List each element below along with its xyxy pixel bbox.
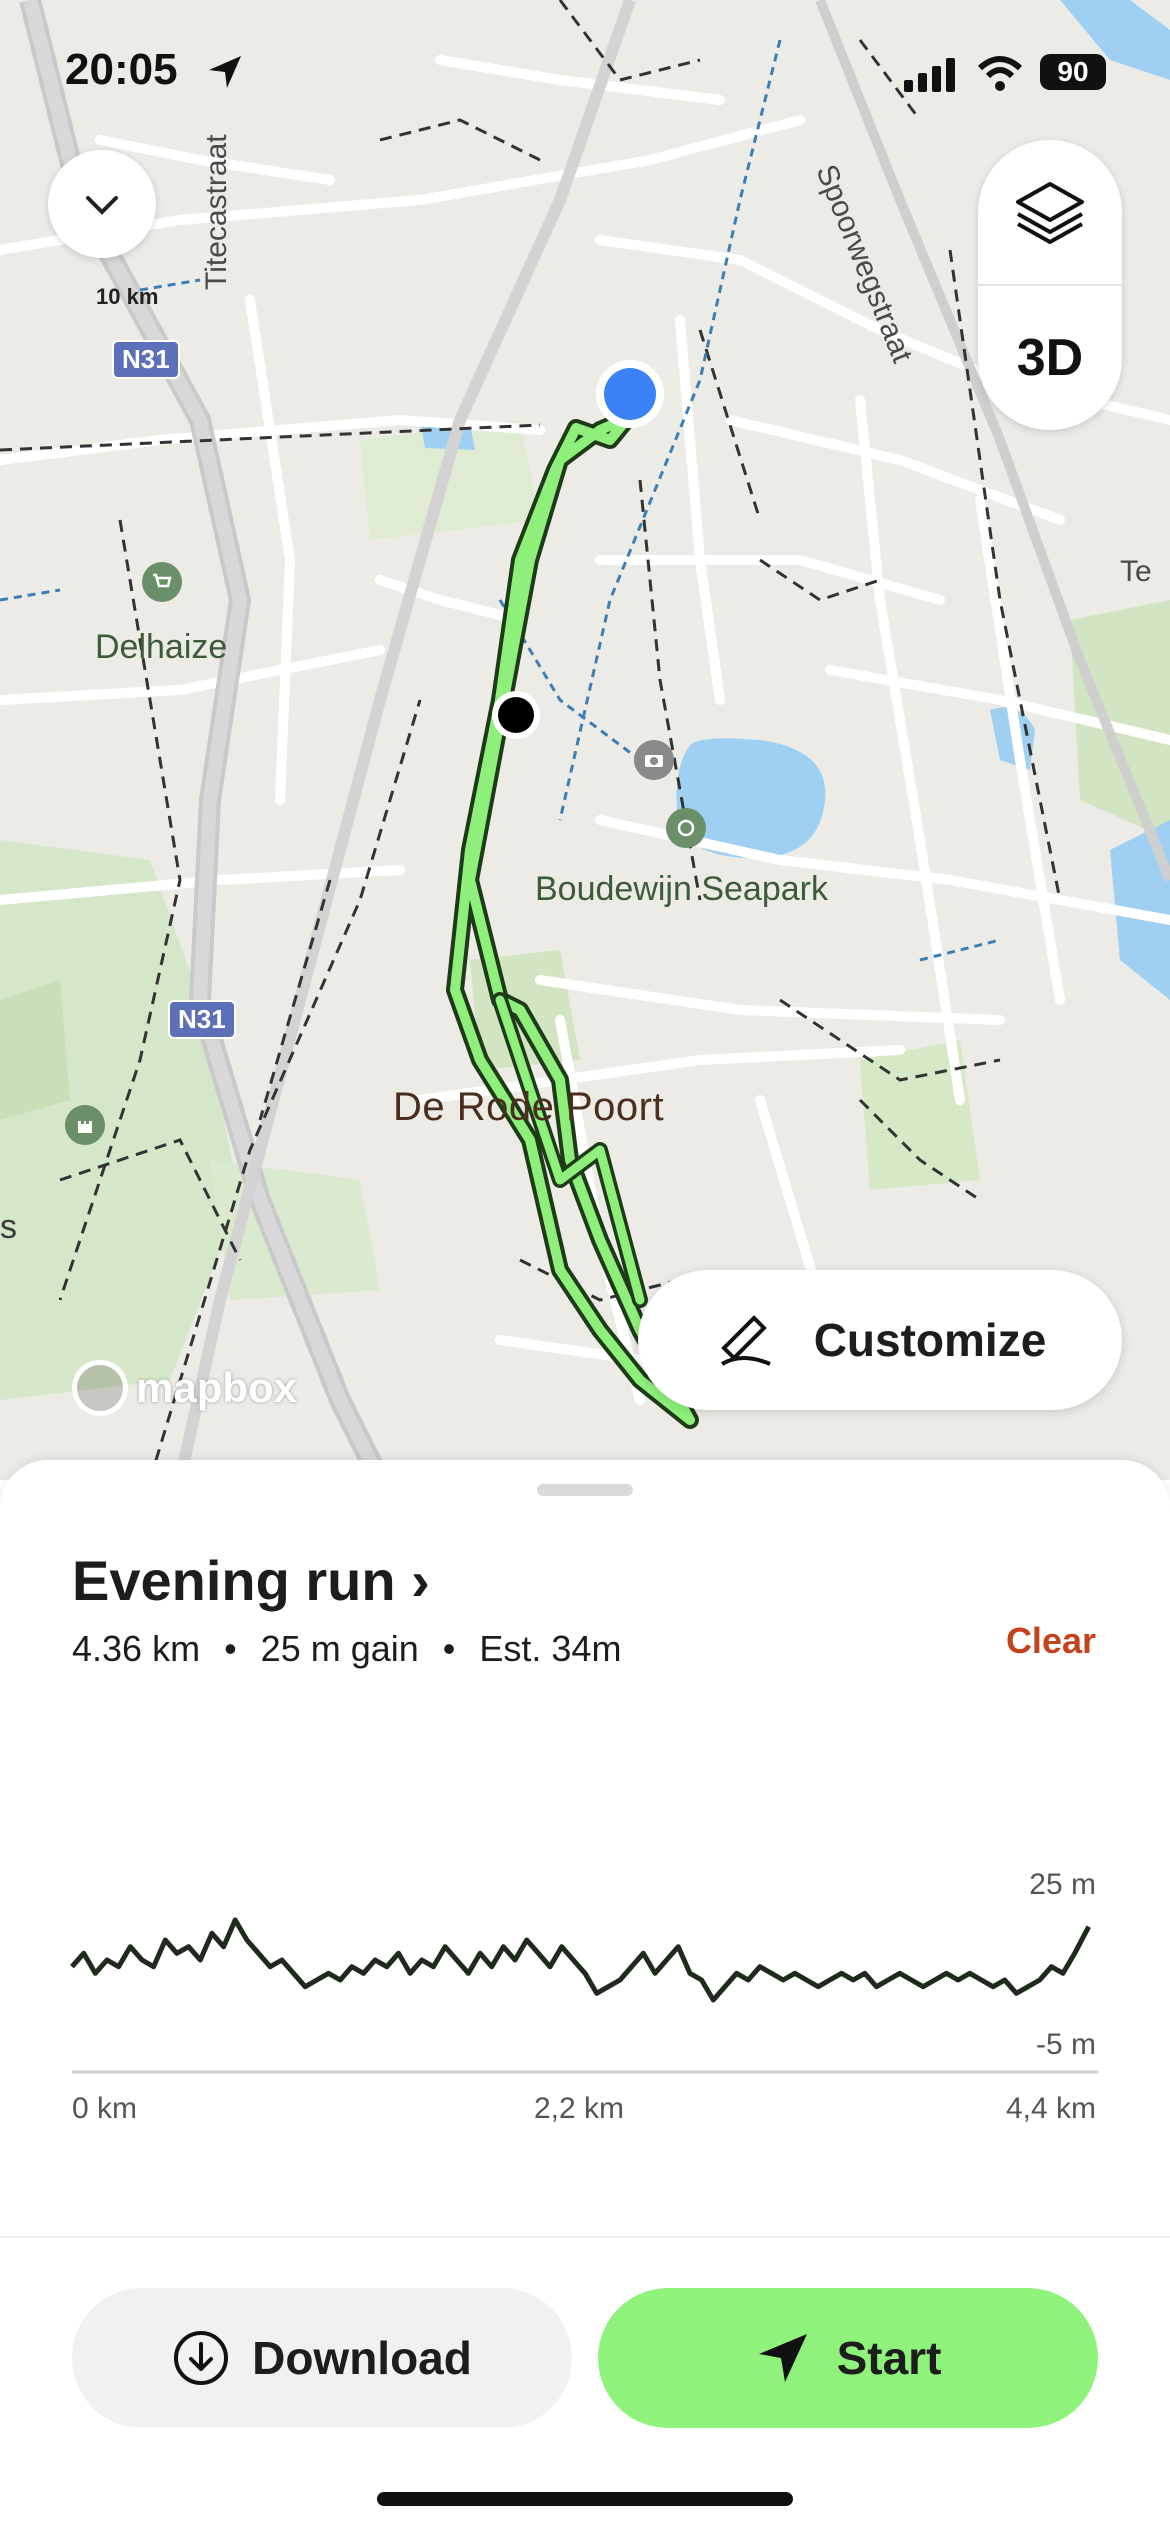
camera-icon[interactable] xyxy=(634,740,674,780)
sheet-handle[interactable] xyxy=(537,1484,633,1496)
signal-icon xyxy=(904,58,955,92)
three-d-button[interactable]: 3D xyxy=(978,286,1122,430)
download-button[interactable]: Download xyxy=(72,2288,572,2428)
status-time: 20:05 xyxy=(65,45,178,94)
download-icon xyxy=(174,2331,229,2385)
road-shield-n31: N31 xyxy=(112,340,180,379)
route-estimate: Est. 34m xyxy=(479,1628,622,1669)
place-label-boudewijn-seapark: Boudewijn Seapark xyxy=(535,870,828,908)
pen-icon xyxy=(720,1315,771,1366)
elevation-chart: 25 m -5 m 0 km 2,2 km 4,4 km xyxy=(0,1800,1170,2180)
route-title-chevron: › xyxy=(411,1549,430,1612)
map-controls: 3D xyxy=(978,140,1122,430)
battery-indicator: 90 xyxy=(1040,54,1106,90)
route-elevation-gain: 25 m gain xyxy=(260,1628,419,1669)
start-label: Start xyxy=(836,2332,942,2384)
customize-button[interactable]: Customize xyxy=(638,1270,1122,1410)
road-shield-n31-lower: N31 xyxy=(168,1000,236,1039)
home-indicator xyxy=(377,2492,793,2506)
elevation-line xyxy=(70,1917,1091,2003)
download-label: Download xyxy=(252,2332,472,2384)
wifi-icon xyxy=(977,56,1023,91)
layers-button[interactable] xyxy=(978,140,1122,284)
three-d-label: 3D xyxy=(1016,329,1084,387)
y-tick-bottom: -5 m xyxy=(1036,2028,1096,2061)
mapbox-logo-icon xyxy=(72,1360,128,1416)
x-tick-start: 0 km xyxy=(72,2092,138,2125)
x-tick-middle: 2,2 km xyxy=(534,2092,625,2125)
layers-icon xyxy=(1016,182,1084,244)
start-button[interactable]: Start xyxy=(598,2288,1098,2428)
street-label-titecastraat: Titecastraat xyxy=(200,134,233,290)
route-stats: 4.36 km • 25 m gain • Est. 34m xyxy=(72,1628,621,1670)
stats-separator: • xyxy=(224,1628,237,1669)
y-tick-top: 25 m xyxy=(1029,1868,1096,1901)
route-sheet: Evening run › 4.36 km • 25 m gain • Est.… xyxy=(0,1460,1170,2534)
route-title-text: Evening run xyxy=(72,1549,396,1612)
collapse-button[interactable] xyxy=(48,150,156,258)
location-arrow-icon xyxy=(209,56,241,88)
mapbox-attribution[interactable]: mapbox xyxy=(72,1360,297,1416)
amusement-park-icon[interactable] xyxy=(666,808,706,848)
chevron-down-icon xyxy=(86,196,118,215)
castle-icon[interactable] xyxy=(65,1105,105,1145)
mapbox-label: mapbox xyxy=(136,1364,298,1411)
scale-label: 10 km xyxy=(96,284,159,309)
route-distance: 4.36 km xyxy=(72,1628,201,1669)
stats-separator: • xyxy=(442,1628,456,1669)
route-title[interactable]: Evening run › xyxy=(72,1548,430,1613)
map-view[interactable]: Titecastraat Spoorwegstraat Te Delhaize … xyxy=(0,0,1170,1480)
street-label-te: Te xyxy=(1120,555,1152,588)
x-tick-end: 4,4 km xyxy=(1005,2092,1096,2125)
place-label-edge: s xyxy=(0,1208,17,1246)
status-bar: 20:05 90 xyxy=(0,0,1170,150)
action-bar: Download Start xyxy=(0,2236,1170,2534)
customize-label: Customize xyxy=(813,1314,1047,1366)
shopping-cart-icon[interactable] xyxy=(142,562,182,602)
place-label-delhaize: Delhaize xyxy=(95,628,228,666)
navigation-arrow-icon xyxy=(758,2334,807,2382)
area-label-de-rode-poort: De Rode Poort xyxy=(393,1085,665,1129)
clear-button[interactable]: Clear xyxy=(1006,1620,1096,1662)
